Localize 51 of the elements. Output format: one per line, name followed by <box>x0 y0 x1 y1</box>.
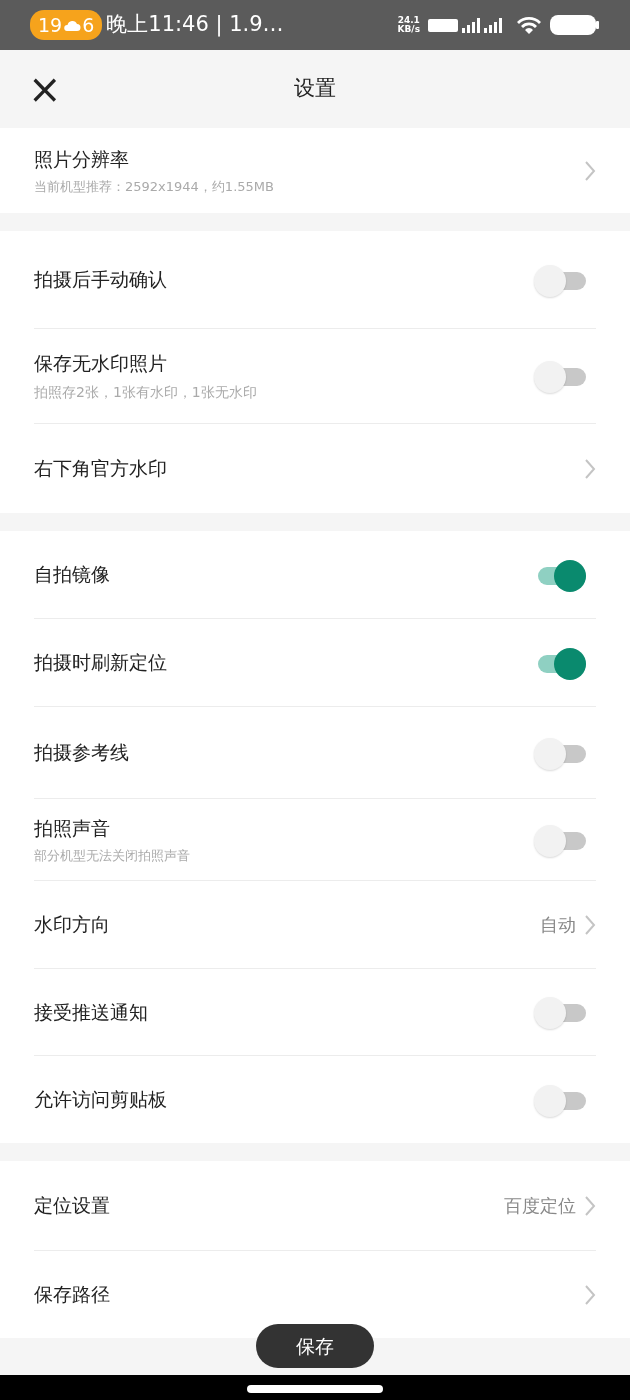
settings-row[interactable]: 拍摄参考线 <box>0 706 630 798</box>
setting-label: 右下角官方水印 <box>34 456 168 482</box>
settings-row[interactable]: 允许访问剪贴板 <box>0 1055 630 1143</box>
status-time: 晚上11:46 | 1.9… <box>106 11 284 39</box>
setting-label: 允许访问剪贴板 <box>34 1087 168 1113</box>
toggle-switch[interactable] <box>534 824 586 855</box>
toggle-switch[interactable] <box>534 737 586 768</box>
network-speed: 24.1 KB/s <box>397 16 420 34</box>
settings-row[interactable]: 保存无水印照片 拍照存2张，1张有水印，1张无水印 <box>0 328 630 423</box>
settings-row[interactable]: 定位设置 百度定位 <box>0 1161 630 1250</box>
toggle-switch[interactable] <box>534 264 586 295</box>
setting-label: 拍摄后手动确认 <box>34 267 168 293</box>
setting-label: 拍摄时刷新定位 <box>34 650 168 676</box>
settings-row[interactable]: 接受推送通知 <box>0 968 630 1055</box>
chevron-right-icon <box>584 913 596 936</box>
setting-label: 拍照声音 <box>34 815 111 841</box>
setting-label: 接受推送通知 <box>34 999 149 1025</box>
settings-row[interactable]: 自拍镜像 <box>0 531 630 618</box>
toggle-switch[interactable] <box>534 997 586 1027</box>
chevron-right-icon <box>584 159 596 182</box>
settings-row[interactable]: 右下角官方水印 <box>0 423 630 513</box>
settings-row[interactable]: 拍摄时刷新定位 <box>0 618 630 706</box>
battery-icon <box>550 14 600 36</box>
settings-row[interactable]: 拍照声音 部分机型无法关闭拍照声音 <box>0 798 630 880</box>
setting-value: 百度定位 <box>504 1194 576 1218</box>
settings-row[interactable]: 照片分辨率 当前机型推荐：2592x1944，约1.55MB <box>0 128 630 213</box>
setting-label: 自拍镜像 <box>34 562 111 588</box>
page-title: 设置 <box>294 75 336 103</box>
toggle-switch[interactable] <box>534 361 586 391</box>
setting-description: 当前机型推荐：2592x1944，约1.55MB <box>34 178 275 196</box>
setting-label: 水印方向 <box>34 912 111 938</box>
cloud-icon <box>63 18 82 32</box>
settings-row[interactable]: 水印方向 自动 <box>0 880 630 968</box>
chevron-right-icon <box>584 1283 596 1306</box>
chevron-right-icon <box>584 1194 596 1217</box>
home-indicator[interactable] <box>247 1385 383 1393</box>
setting-value: 自动 <box>540 913 576 937</box>
save-button[interactable]: 保存 <box>256 1324 374 1368</box>
weather-badge: 19 6 <box>30 9 103 41</box>
setting-label: 照片分辨率 <box>34 146 130 172</box>
setting-label: 定位设置 <box>34 1193 111 1219</box>
setting-label: 保存路径 <box>34 1282 111 1308</box>
chevron-right-icon <box>584 457 596 480</box>
toggle-switch[interactable] <box>534 1084 586 1115</box>
settings-row[interactable]: 拍摄后手动确认 <box>0 231 630 328</box>
setting-description: 拍照存2张，1张有水印，1张无水印 <box>34 382 258 402</box>
setting-label: 拍摄参考线 <box>34 740 130 766</box>
close-button[interactable]: × <box>28 69 62 109</box>
wifi-icon <box>516 16 542 34</box>
setting-label: 保存无水印照片 <box>34 351 168 377</box>
setting-description: 部分机型无法关闭拍照声音 <box>34 847 191 865</box>
